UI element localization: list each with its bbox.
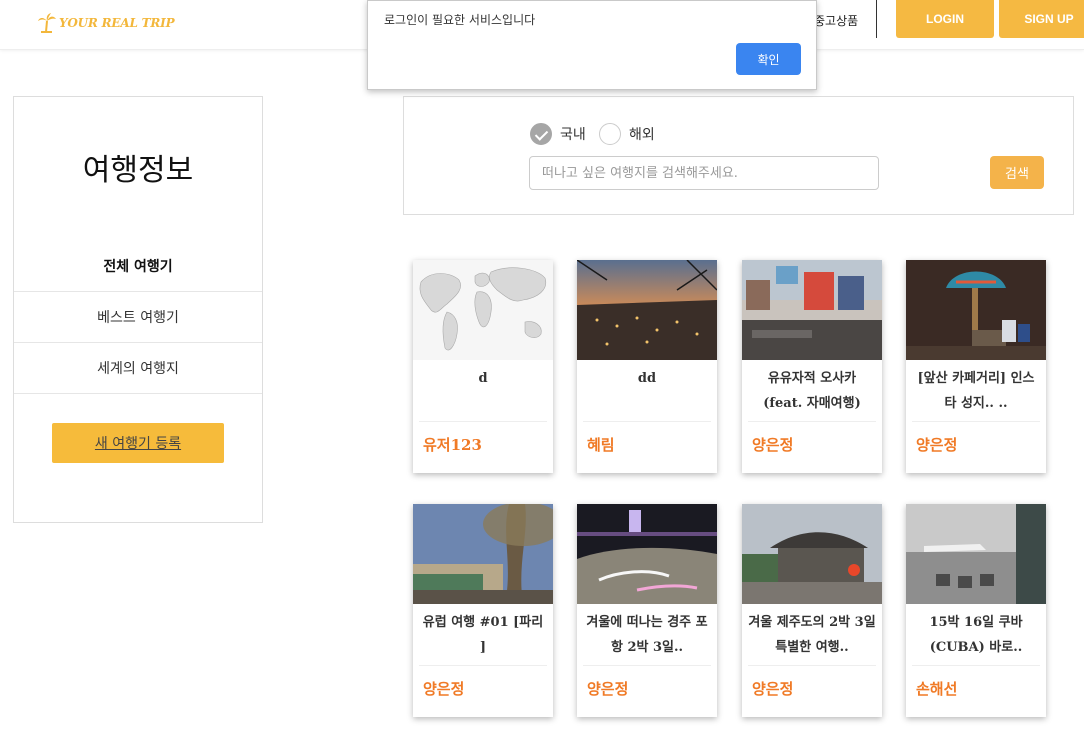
card-author: 양은정 bbox=[587, 680, 629, 698]
divider bbox=[14, 393, 262, 394]
card-title[interactable]: 겨울에 떠나는 경주 포항 2박 3일.. bbox=[583, 610, 711, 662]
search-panel: 국내 해외 검색 bbox=[403, 96, 1074, 215]
new-travelogue-button[interactable]: 새 여행기 등록 bbox=[52, 423, 224, 463]
destination-search-input[interactable] bbox=[529, 156, 879, 190]
radio-checked-icon[interactable] bbox=[530, 123, 552, 145]
logo-text: YOUR REAL TRIP bbox=[59, 16, 175, 30]
search-button[interactable]: 검색 bbox=[990, 156, 1044, 189]
palm-tree-icon bbox=[38, 13, 56, 33]
dialog-message: 로그인이 필요한 서비스입니다 bbox=[384, 13, 536, 27]
nav-divider bbox=[876, 0, 877, 38]
card-author: 혜림 bbox=[587, 436, 615, 454]
divider bbox=[583, 421, 711, 422]
divider bbox=[748, 665, 876, 666]
divider bbox=[912, 665, 1040, 666]
divider bbox=[748, 421, 876, 422]
card-author: 손해선 bbox=[916, 680, 958, 698]
card-title[interactable]: dd bbox=[583, 366, 711, 418]
card-author: 양은정 bbox=[423, 680, 465, 698]
card-title[interactable]: 15박 16일 쿠바 (CUBA) 바로.. bbox=[912, 610, 1040, 662]
login-required-dialog: 로그인이 필요한 서비스입니다 확인 bbox=[367, 0, 817, 90]
sidebar: 여행정보 전체 여행기 베스트 여행기 세계의 여행지 새 여행기 등록 bbox=[13, 96, 263, 523]
radio-overseas-label: 해외 bbox=[629, 127, 655, 143]
card-thumbnail[interactable] bbox=[906, 504, 1046, 604]
travelogue-card[interactable]: 유럽 여행 #01 [파리 ] 양은정 bbox=[413, 504, 553, 717]
travelogue-card[interactable]: dd 혜림 bbox=[577, 260, 717, 473]
sidebar-title: 여행정보 bbox=[82, 153, 194, 188]
card-thumbnail[interactable] bbox=[413, 504, 553, 604]
divider bbox=[912, 421, 1040, 422]
travelogue-card[interactable]: 유유자적 오사카 (feat. 자매여행) 양은정 bbox=[742, 260, 882, 473]
sidebar-item-best-travelogues[interactable]: 베스트 여행기 bbox=[14, 292, 262, 342]
travelogue-card[interactable]: 15박 16일 쿠바 (CUBA) 바로.. 손해선 bbox=[906, 504, 1046, 717]
radio-overseas[interactable]: 해외 bbox=[599, 123, 655, 145]
card-author: 양은정 bbox=[752, 680, 794, 698]
card-thumbnail[interactable] bbox=[577, 504, 717, 604]
card-title[interactable]: d bbox=[419, 366, 547, 418]
divider bbox=[419, 421, 547, 422]
travelogue-card[interactable]: d 유저123 bbox=[413, 260, 553, 473]
card-thumbnail[interactable] bbox=[742, 504, 882, 604]
card-author: 유저123 bbox=[423, 436, 482, 454]
dialog-ok-button[interactable]: 확인 bbox=[736, 43, 801, 75]
radio-domestic-label: 국내 bbox=[560, 127, 586, 143]
travelogue-card[interactable]: 겨울 제주도의 2박 3일 특별한 여행.. 양은정 bbox=[742, 504, 882, 717]
radio-unchecked-icon[interactable] bbox=[599, 123, 621, 145]
sidebar-item-world-destinations[interactable]: 세계의 여행지 bbox=[14, 343, 262, 393]
login-button[interactable]: LOGIN bbox=[896, 0, 994, 38]
radio-domestic[interactable]: 국내 bbox=[530, 123, 586, 145]
card-thumbnail[interactable] bbox=[742, 260, 882, 360]
card-title[interactable]: 겨울 제주도의 2박 3일 특별한 여행.. bbox=[748, 610, 876, 662]
travelogue-card[interactable]: 겨울에 떠나는 경주 포항 2박 3일.. 양은정 bbox=[577, 504, 717, 717]
card-title[interactable]: 유럽 여행 #01 [파리 ] bbox=[419, 610, 547, 662]
sidebar-item-all-travelogues[interactable]: 전체 여행기 bbox=[14, 241, 262, 291]
signup-button[interactable]: SIGN UP bbox=[999, 0, 1084, 38]
card-title[interactable]: 유유자적 오사카 (feat. 자매여행) bbox=[748, 366, 876, 418]
card-thumbnail[interactable] bbox=[413, 260, 553, 360]
card-title[interactable]: [앞산 카페거리] 인스타 성지.. .. bbox=[912, 366, 1040, 418]
divider bbox=[583, 665, 711, 666]
nav-used-goods[interactable]: 중고상품 bbox=[814, 12, 858, 29]
site-logo[interactable]: YOUR REAL TRIP bbox=[38, 13, 175, 33]
divider bbox=[419, 665, 547, 666]
card-author: 양은정 bbox=[752, 436, 794, 454]
card-author: 양은정 bbox=[916, 436, 958, 454]
card-thumbnail[interactable] bbox=[906, 260, 1046, 360]
card-thumbnail[interactable] bbox=[577, 260, 717, 360]
travelogue-card[interactable]: [앞산 카페거리] 인스타 성지.. .. 양은정 bbox=[906, 260, 1046, 473]
